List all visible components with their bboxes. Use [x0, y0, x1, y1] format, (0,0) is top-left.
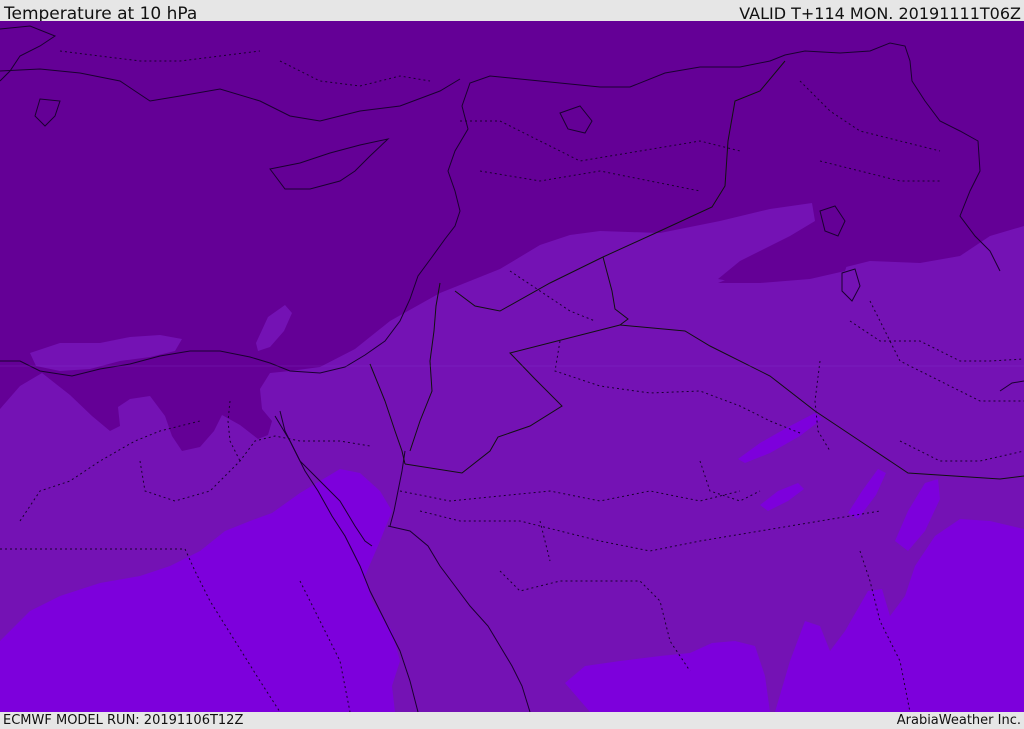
footer-bar: ECMWF MODEL RUN: 20191106T12Z ArabiaWeat…: [0, 712, 1024, 729]
temperature-map[interactable]: [0, 21, 1024, 712]
map-panel[interactable]: [0, 21, 1024, 712]
model-run-label: ECMWF MODEL RUN: 20191106T12Z: [3, 713, 244, 728]
header-bar: Temperature at 10 hPa VALID T+114 MON. 2…: [0, 0, 1024, 24]
brand-label: ArabiaWeather Inc.: [896, 713, 1021, 728]
